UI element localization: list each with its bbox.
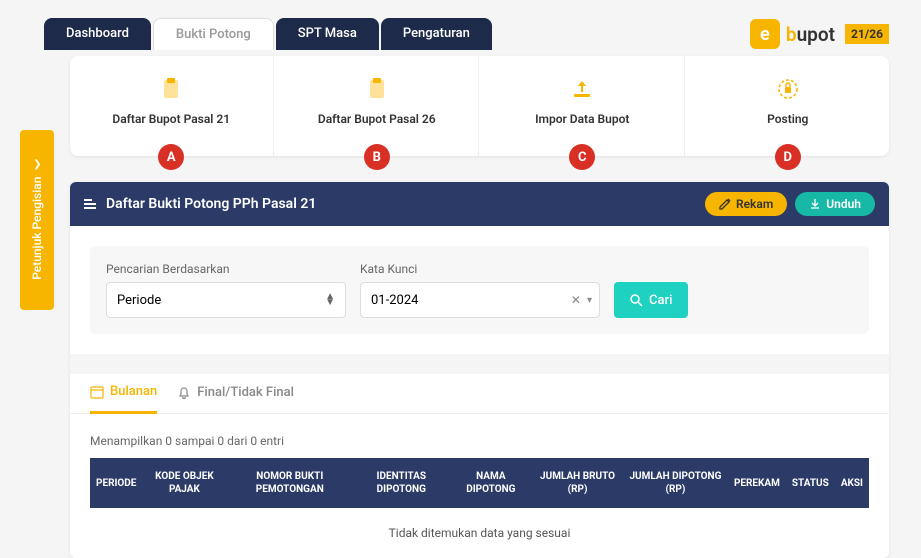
brand-logo-icon: e xyxy=(750,19,780,49)
upload-icon xyxy=(491,76,674,102)
th-identitas: IDENTITAS DIPOTONG xyxy=(353,458,449,508)
clear-icon[interactable]: ✕ xyxy=(571,293,581,307)
card-title: Impor Data Bupot xyxy=(491,112,674,126)
card-daftar-bupot-21[interactable]: Daftar Bupot Pasal 21 A xyxy=(70,56,274,156)
card-title: Daftar Bupot Pasal 21 xyxy=(80,112,263,126)
card-impor-data[interactable]: Impor Data Bupot C xyxy=(481,56,685,156)
clipboard-icon xyxy=(286,76,469,102)
search-icon xyxy=(630,294,643,307)
th-nama: NAMA DIPOTONG xyxy=(449,458,532,508)
data-table: PERIODE KODE OBJEK PAJAK NOMOR BUKTI PEM… xyxy=(90,458,869,508)
table-info: Menampilkan 0 sampai 0 dari 0 entri xyxy=(90,434,869,448)
calendar-icon xyxy=(90,385,104,399)
sort-icon: ▲▼ xyxy=(325,294,335,306)
badge-d: D xyxy=(775,144,801,170)
th-status: STATUS xyxy=(786,458,835,508)
clipboard-icon xyxy=(80,76,263,102)
card-daftar-bupot-26[interactable]: Daftar Bupot Pasal 26 B xyxy=(276,56,480,156)
card-posting[interactable]: Posting D xyxy=(687,56,890,156)
th-periode: PERIODE xyxy=(90,458,142,508)
th-bruto: JUMLAH BRUTO (RP) xyxy=(532,458,623,508)
brand-badge: 21/26 xyxy=(845,24,889,44)
search-by-label: Pencarian Berdasarkan xyxy=(106,262,346,276)
subtab-final[interactable]: Final/Tidak Final xyxy=(177,374,294,413)
download-icon xyxy=(809,198,821,210)
main-tabs: Dashboard Bukti Potong SPT Masa Pengatur… xyxy=(44,18,492,50)
badge-b: B xyxy=(364,144,390,170)
brand-name: bupot xyxy=(786,23,835,46)
th-nomor-bukti: NOMOR BUKTI PEMOTONGAN xyxy=(226,458,353,508)
search-by-select[interactable]: Periode ▲▼ xyxy=(106,282,346,318)
lock-icon xyxy=(697,76,880,102)
action-cards-row: Daftar Bupot Pasal 21 A Daftar Bupot Pas… xyxy=(70,56,889,156)
card-title: Daftar Bupot Pasal 26 xyxy=(286,112,469,126)
search-box: Pencarian Berdasarkan Periode ▲▼ Kata Ku… xyxy=(90,246,869,334)
panel-title: Daftar Bukti Potong PPh Pasal 21 xyxy=(106,196,316,212)
badge-c: C xyxy=(569,144,595,170)
chevron-right-icon: ❯ xyxy=(33,159,41,170)
tab-pengaturan[interactable]: Pengaturan xyxy=(381,18,492,50)
list-icon xyxy=(84,199,96,209)
tab-spt-masa[interactable]: SPT Masa xyxy=(276,18,379,50)
th-dipotong: JUMLAH DIPOTONG (RP) xyxy=(623,458,728,508)
th-perekam: PEREKAM xyxy=(728,458,786,508)
badge-a: A xyxy=(158,144,184,170)
th-kode-objek: KODE OBJEK PAJAK xyxy=(142,458,226,508)
edit-icon xyxy=(719,198,731,210)
chevron-down-icon[interactable]: ▾ xyxy=(587,295,592,306)
unduh-button[interactable]: Unduh xyxy=(795,192,875,216)
help-side-tab[interactable]: Petunjuk Pengisian❯ xyxy=(20,130,54,310)
sub-tabs: Bulanan Final/Tidak Final xyxy=(70,374,889,414)
th-aksi: AKSI xyxy=(835,458,869,508)
subtab-bulanan[interactable]: Bulanan xyxy=(90,374,157,414)
card-title: Posting xyxy=(697,112,880,126)
brand: e bupot 21/26 xyxy=(750,19,889,49)
tab-dashboard[interactable]: Dashboard xyxy=(44,18,151,50)
keyword-input[interactable] xyxy=(360,282,600,318)
rekam-button[interactable]: Rekam xyxy=(705,192,787,216)
cari-button[interactable]: Cari xyxy=(614,282,688,318)
tab-bukti-potong[interactable]: Bukti Potong xyxy=(153,18,274,50)
keyword-label: Kata Kunci xyxy=(360,262,600,276)
bell-icon xyxy=(177,386,191,400)
